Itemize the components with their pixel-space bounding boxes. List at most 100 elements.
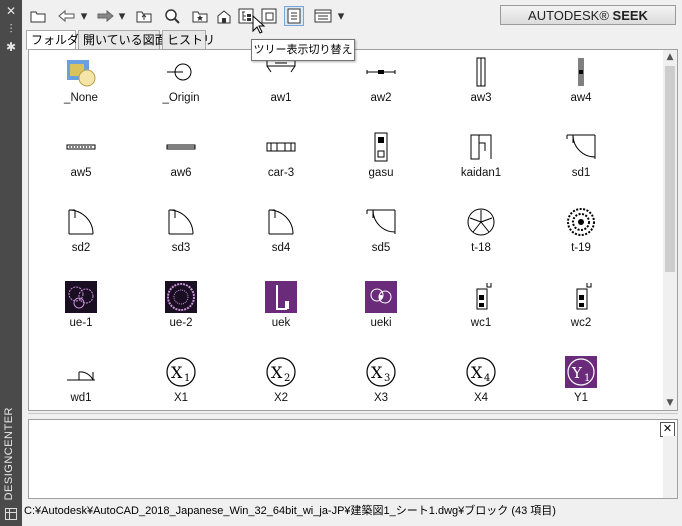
block-label: ue-2 <box>169 317 193 329</box>
block-label: aw2 <box>370 92 392 104</box>
toilet-icon <box>565 281 597 313</box>
block-item[interactable]: sd5 <box>331 204 431 279</box>
scrollbar-thumb[interactable] <box>665 66 675 272</box>
svg-text:3: 3 <box>384 373 390 384</box>
planting-dark-icon <box>65 281 97 313</box>
grid-symbol-purple-icon: Y1 <box>565 356 597 388</box>
autohide-icon[interactable]: ⫶ <box>4 22 18 36</box>
block-label: ueki <box>370 317 392 329</box>
aw2-icon <box>365 56 397 88</box>
door-icon <box>165 206 197 238</box>
load-icon[interactable] <box>28 6 48 26</box>
svg-text:2: 2 <box>284 373 290 384</box>
block-item[interactable]: sd4 <box>231 204 331 279</box>
block-label: sd3 <box>171 242 191 254</box>
block-item[interactable]: kaidan1 <box>431 129 531 204</box>
content-area: _None _Origin aw1 aw2 aw3 aw4 aw5 aw6 car-3 gasu k… <box>28 49 678 411</box>
car-icon <box>265 131 297 163</box>
block-item[interactable]: X 2 X2 <box>231 354 331 410</box>
block-item[interactable]: sd2 <box>31 204 131 279</box>
block-item[interactable]: aw2 <box>331 54 431 129</box>
vertical-scrollbar[interactable]: ▲ ▼ <box>663 50 677 410</box>
block-item[interactable]: aw5 <box>31 129 131 204</box>
block-item[interactable]: aw4 <box>531 54 631 129</box>
block-label: gasu <box>368 167 394 179</box>
close-icon[interactable]: ✕ <box>660 422 675 437</box>
views-icon[interactable] <box>312 6 334 26</box>
block-item[interactable]: X 3 X3 <box>331 354 431 410</box>
block-item[interactable]: X 4 X4 <box>431 354 531 410</box>
block-item[interactable]: gasu <box>331 129 431 204</box>
block-item[interactable]: sd1 <box>531 129 631 204</box>
aw3-icon <box>465 56 497 88</box>
block-label: aw6 <box>170 167 192 179</box>
block-label: aw1 <box>270 92 292 104</box>
toolbar: ▾ ▾ ▾ AUTODESK® SEEK <box>22 0 682 30</box>
block-item[interactable]: wd1 <box>31 354 131 410</box>
block-item[interactable]: Y 1 Y1 <box>531 354 631 410</box>
gasu-icon <box>365 131 397 163</box>
block-item[interactable]: aw1 <box>231 54 331 129</box>
grid-symbol-icon: X1 <box>165 356 197 388</box>
description-scrollbar[interactable] <box>663 436 677 498</box>
block-label: sd2 <box>71 242 91 254</box>
tab-open-drawings[interactable]: 開いている図面 <box>78 30 167 49</box>
scroll-up-icon[interactable]: ▲ <box>663 50 677 64</box>
block-label: sd4 <box>271 242 291 254</box>
aw4-icon <box>565 56 597 88</box>
block-item[interactable]: _Origin <box>131 54 231 129</box>
block-item[interactable]: aw6 <box>131 129 231 204</box>
block-default-icon <box>65 56 97 88</box>
block-item[interactable]: uek <box>231 279 331 354</box>
svg-text:1: 1 <box>584 373 590 384</box>
block-item[interactable]: ue-1 <box>31 279 131 354</box>
block-label: Y1 <box>573 392 589 404</box>
pane-splitter[interactable] <box>28 413 678 418</box>
block-item[interactable]: X 1 X1 <box>131 354 231 410</box>
aw6-icon <box>165 131 197 163</box>
aw5-icon <box>65 131 97 163</box>
block-label: car-3 <box>267 167 295 179</box>
properties-icon[interactable]: ✱ <box>4 40 18 54</box>
door-icon <box>365 206 397 238</box>
svg-text:X: X <box>471 363 483 382</box>
stairs-icon <box>465 131 497 163</box>
block-item[interactable]: ueki <box>331 279 431 354</box>
block-item[interactable]: sd3 <box>131 204 231 279</box>
description-icon[interactable] <box>284 6 304 26</box>
grid-symbol-icon: X2 <box>265 356 297 388</box>
favorites-icon[interactable] <box>190 6 210 26</box>
search-icon[interactable] <box>162 6 182 26</box>
block-item[interactable]: wc2 <box>531 279 631 354</box>
back-icon[interactable] <box>56 6 78 26</box>
svg-text:1: 1 <box>184 373 190 384</box>
scroll-down-icon[interactable]: ▼ <box>663 396 677 410</box>
forward-icon[interactable] <box>94 6 116 26</box>
tree-icon <box>565 206 597 238</box>
block-item[interactable]: ue-2 <box>131 279 231 354</box>
tab-folders[interactable]: フォルダ <box>26 30 79 50</box>
close-icon[interactable]: ✕ <box>4 4 18 18</box>
mouse-cursor-icon <box>252 15 266 34</box>
forward-dropdown-icon[interactable]: ▾ <box>116 6 128 26</box>
block-label: sd5 <box>371 242 391 254</box>
block-item[interactable]: car-3 <box>231 129 331 204</box>
block-item[interactable]: t-19 <box>531 204 631 279</box>
planting-dark-icon <box>165 281 197 313</box>
description-pane: ✕ <box>28 419 678 499</box>
autodesk-seek-button[interactable]: AUTODESK® SEEK <box>500 5 676 25</box>
block-label: X4 <box>473 392 489 404</box>
block-item[interactable]: _None <box>31 54 131 129</box>
tab-history[interactable]: ヒストリ <box>162 30 215 49</box>
block-item[interactable]: t-18 <box>431 204 531 279</box>
grid-symbol-icon: X3 <box>365 356 397 388</box>
home-icon[interactable] <box>214 6 234 26</box>
block-label: sd1 <box>571 167 591 179</box>
palette-title: DESIGNCENTER <box>3 406 15 500</box>
up-icon[interactable] <box>134 6 154 26</box>
views-dropdown-icon[interactable]: ▾ <box>335 6 347 26</box>
block-item[interactable]: wc1 <box>431 279 531 354</box>
block-item[interactable]: aw3 <box>431 54 531 129</box>
block-label: X3 <box>373 392 389 404</box>
back-dropdown-icon[interactable]: ▾ <box>78 6 90 26</box>
